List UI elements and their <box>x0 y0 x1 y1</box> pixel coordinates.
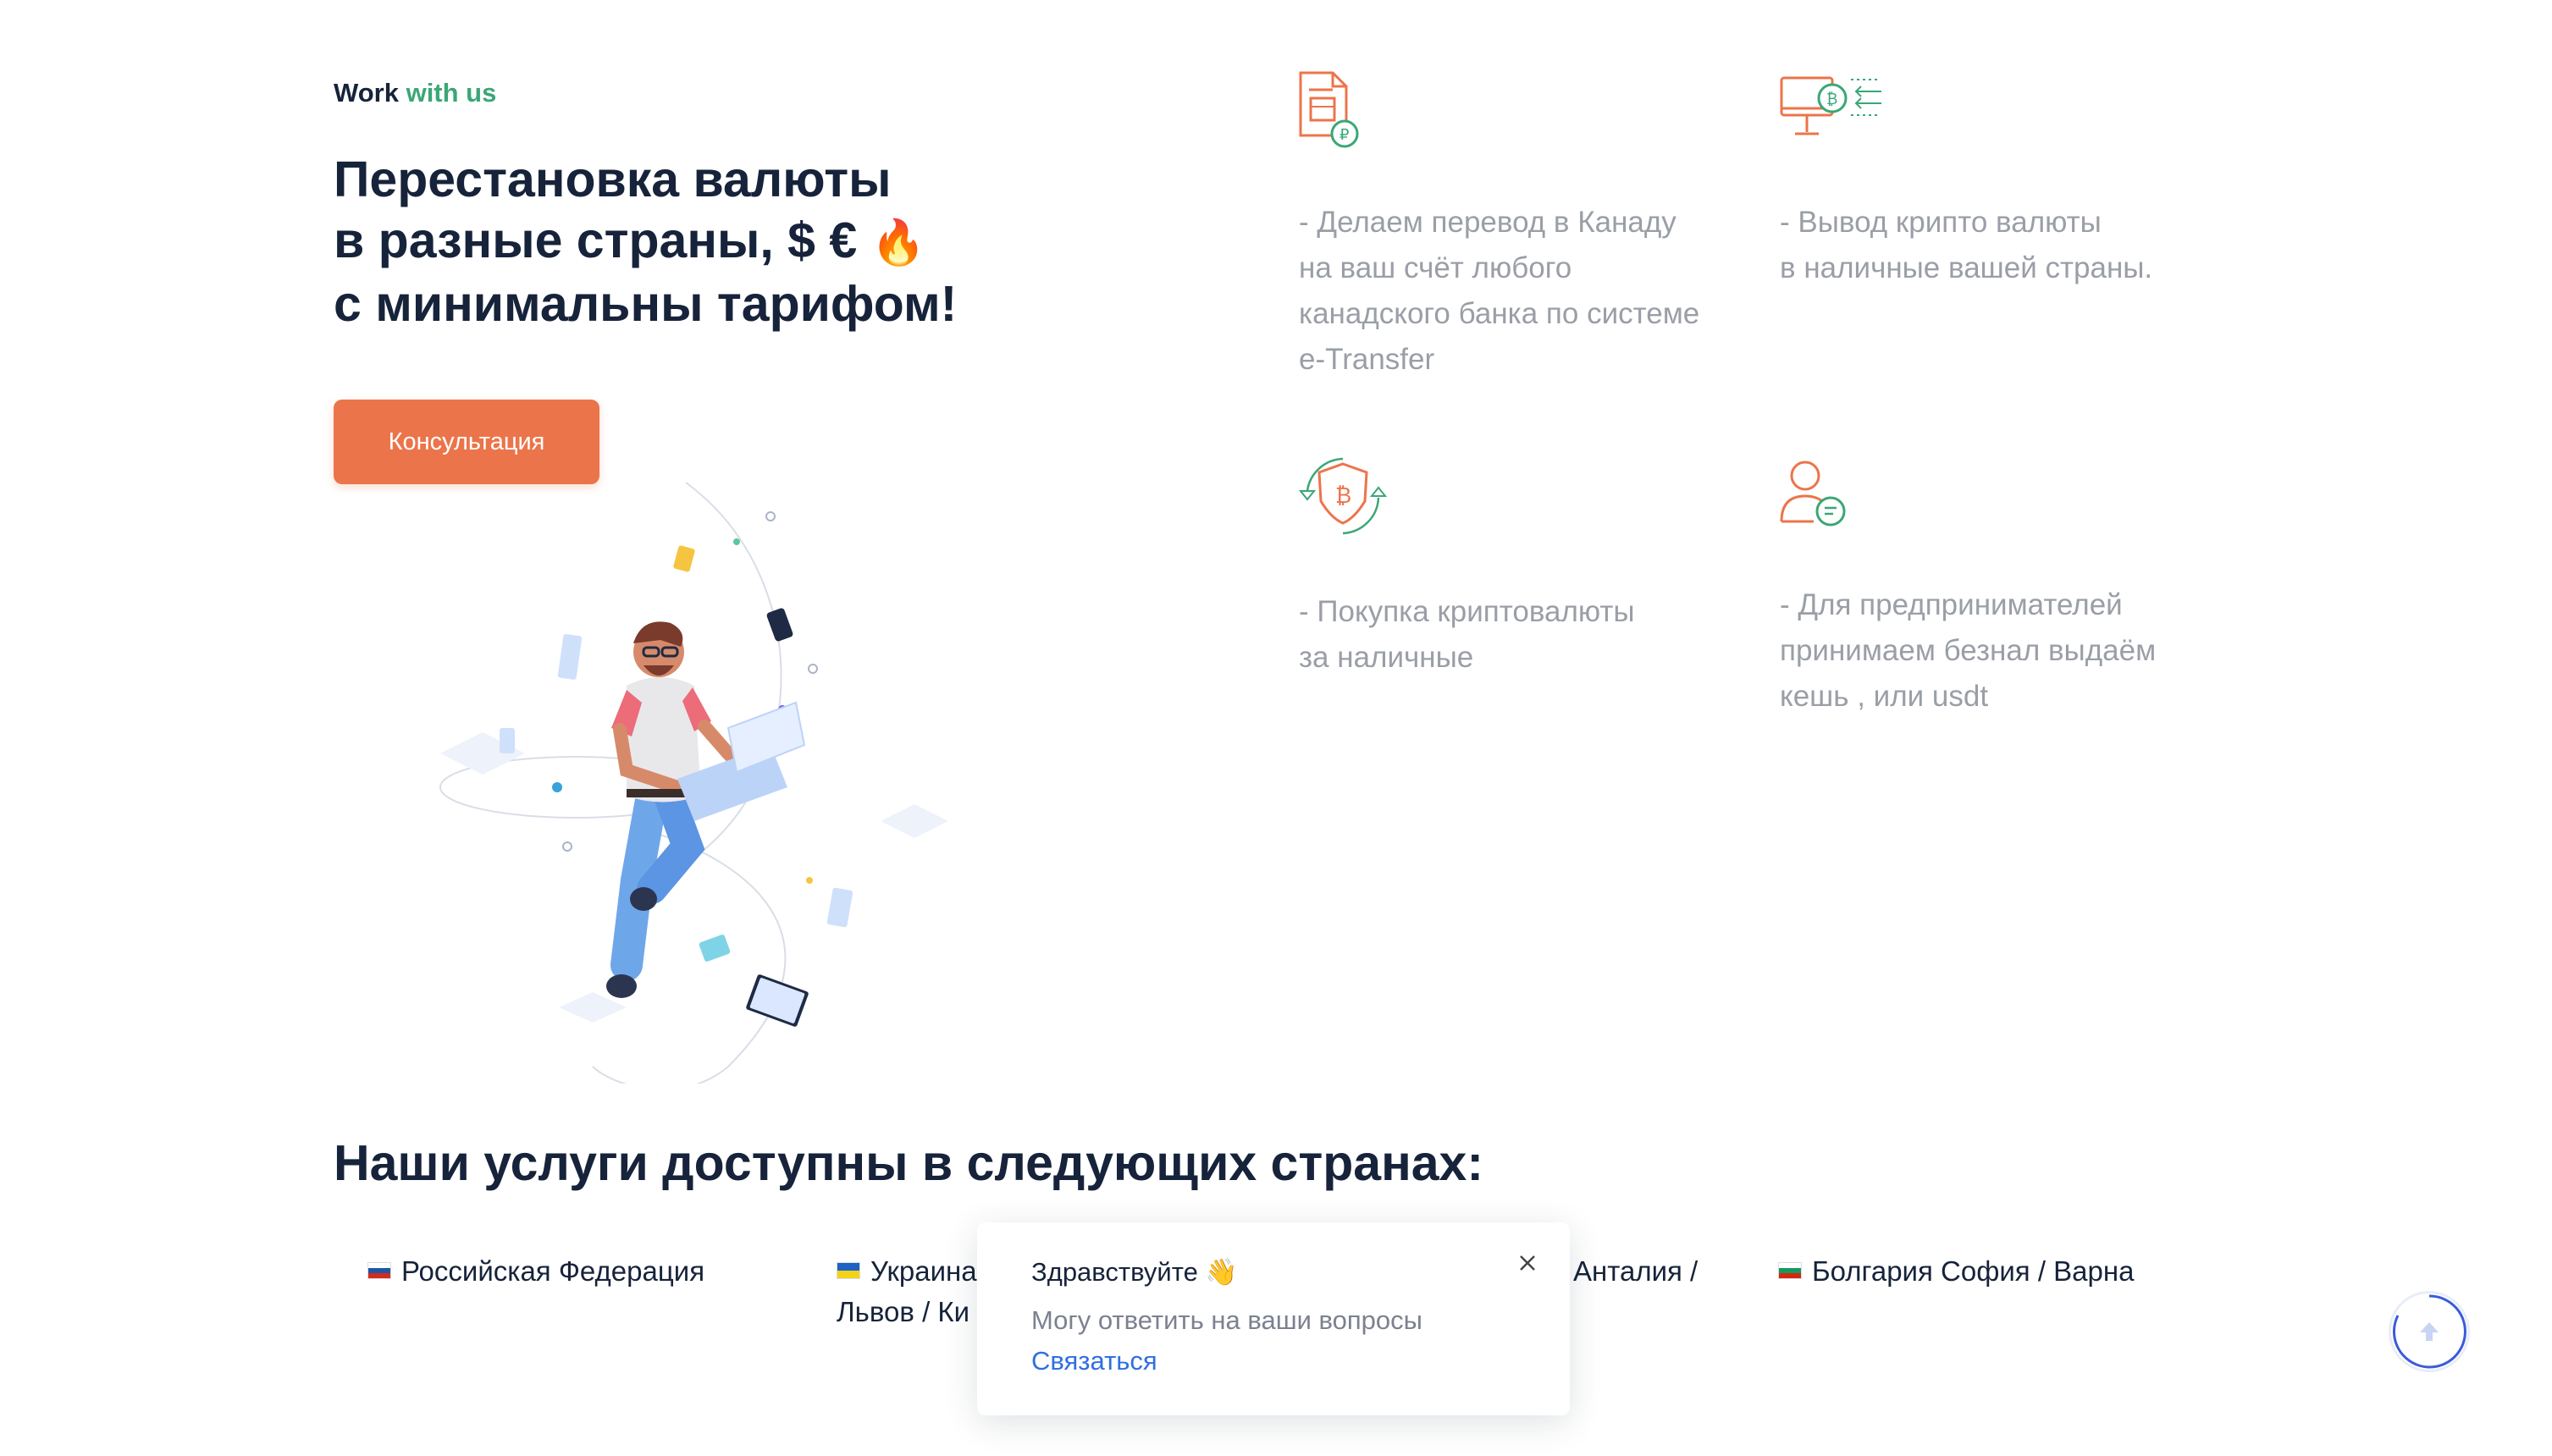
chat-greeting: Здравствуйте 👋 <box>1031 1257 1239 1287</box>
eyebrow-lead: Work <box>334 78 399 108</box>
monitor-bitcoin-icon: ₿ <box>1780 76 1881 135</box>
chat-message: Могу ответить на ваши вопросы <box>1031 1305 1422 1335</box>
eyebrow-accent: with us <box>406 78 497 108</box>
country-item: Анталия / <box>1573 1255 1699 1287</box>
hero-title: Перестановка валюты в разные страны, $ €… <box>334 149 1096 334</box>
svg-text:₽: ₽ <box>1340 126 1349 143</box>
feature-text: - Делаем перевод в Канаду на ваш счёт лю… <box>1299 206 1700 376</box>
chat-popup: Здравствуйте 👋 Могу ответить на ваши воп… <box>977 1222 1570 1415</box>
feature-crypto-purchase: ₿ - Покупка криптовалюты за наличные <box>1299 457 1739 694</box>
arrow-up-icon <box>2392 1294 2466 1369</box>
document-coin-icon: ₽ <box>1299 71 1359 148</box>
countries-title: Наши услуги доступны в следующих странах… <box>334 1135 1484 1191</box>
section-eyebrow: Work with us <box>334 78 496 108</box>
hero-title-line-2: в разные страны, $ € 🔥 <box>334 212 926 268</box>
hero-title-line-1: Перестановка валюты <box>334 152 892 207</box>
consultation-button[interactable]: Консультация <box>334 400 599 484</box>
svg-text:₿: ₿ <box>1826 91 1837 108</box>
ukraine-flag-icon <box>837 1262 860 1280</box>
country-item: Болгария София / Варна <box>1778 1251 2134 1292</box>
svg-text:₿: ₿ <box>1335 483 1351 508</box>
fire-emoji: 🔥 <box>870 218 926 267</box>
feature-transfer-canada: ₽ - Делаем перевод в Канаду на ваш счёт … <box>1299 68 1756 406</box>
feature-crypto-withdrawal: ₿ - Вывод крипто валюты в наличные вашей… <box>1780 68 2271 322</box>
hero-illustration <box>439 482 948 1084</box>
feature-text: - Покупка криптовалюты за наличные <box>1299 595 1635 674</box>
bitcoin-shield-exchange-icon: ₿ <box>1299 457 1388 535</box>
user-chat-icon <box>1780 461 1846 527</box>
feature-text: - Вывод крипто валюты в наличные вашей с… <box>1780 206 2153 284</box>
hero-title-line-3: с минимальны тарифом! <box>334 276 958 332</box>
chat-contact-link[interactable]: Связаться <box>1031 1346 1157 1376</box>
feature-text: - Для предпринимателей принимаем безнал … <box>1780 588 2157 713</box>
feature-business-cash: - Для предпринимателей принимаем безнал … <box>1780 457 2271 736</box>
russia-flag-icon <box>367 1262 391 1280</box>
scroll-to-top-button[interactable] <box>2391 1293 2467 1370</box>
bulgaria-flag-icon <box>1778 1262 1802 1280</box>
country-item: Украина Львов / Ки <box>837 1255 977 1327</box>
close-icon[interactable] <box>1511 1246 1544 1280</box>
country-item: Российская Федерация <box>367 1251 704 1292</box>
